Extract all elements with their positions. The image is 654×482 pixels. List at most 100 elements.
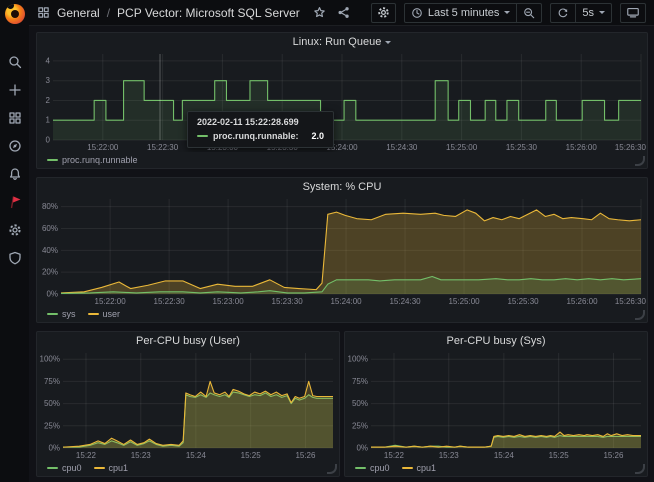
legend-dash [402, 467, 413, 469]
sidebar-item-performance-co-pilot[interactable] [4, 194, 26, 209]
pcp-flag-icon [8, 195, 22, 209]
breadcrumb-separator: / [107, 6, 110, 20]
svg-text:25%: 25% [44, 421, 60, 430]
svg-text:15:25:30: 15:25:30 [507, 297, 539, 306]
svg-text:15:22:00: 15:22:00 [87, 143, 119, 152]
chart-area[interactable]: 0%25%50%75%100%15:2215:2315:2415:2515:26 [345, 350, 647, 460]
svg-text:15:23: 15:23 [131, 451, 152, 460]
svg-text:15:22: 15:22 [384, 451, 405, 460]
svg-text:0%: 0% [48, 444, 60, 453]
legend: proc.runq.runnable [37, 152, 647, 168]
legend-item-proc.runq.runnable[interactable]: proc.runq.runnable [47, 155, 138, 165]
svg-text:15:25:30: 15:25:30 [506, 143, 538, 152]
legend-item-user[interactable]: user [88, 309, 121, 319]
compass-icon [8, 139, 22, 153]
svg-text:4: 4 [46, 56, 51, 65]
cycle-view-mode-button[interactable] [620, 3, 646, 23]
svg-text:1: 1 [46, 116, 51, 125]
legend: cpu0 cpu1 [345, 460, 647, 476]
chart-area[interactable]: 0%25%50%75%100%15:2215:2315:2415:2515:26 [37, 350, 339, 460]
svg-text:0: 0 [46, 136, 51, 145]
chart-svg: 0%25%50%75%100%15:2215:2315:2415:2515:26 [345, 350, 647, 460]
legend-label: cpu1 [417, 463, 437, 473]
sidebar-item-explore[interactable] [4, 138, 26, 153]
legend-label: sys [62, 309, 76, 319]
time-range-label: Last 5 minutes [428, 7, 500, 19]
breadcrumb-section[interactable]: General [57, 6, 100, 20]
panel-percpu-user: Per-CPU busy (User) 0% 25% 50% 75% 100% 15:22… [36, 331, 340, 477]
panel-title[interactable]: Linux: Run Queue [37, 33, 647, 51]
sidebar-item-dashboards[interactable] [4, 110, 26, 125]
svg-text:15:26:00: 15:26:00 [566, 143, 598, 152]
refresh-group: 5s [550, 3, 612, 23]
legend-dash [47, 467, 58, 469]
panel-title[interactable]: Per-CPU busy (User) [37, 332, 339, 350]
gear-icon [8, 223, 22, 237]
legend-item-cpu0[interactable]: cpu0 [355, 463, 390, 473]
svg-text:15:25: 15:25 [549, 451, 570, 460]
legend-item-cpu1[interactable]: cpu1 [94, 463, 129, 473]
search-icon [8, 55, 22, 69]
legend-dash [47, 313, 58, 315]
svg-text:15:26:00: 15:26:00 [566, 297, 598, 306]
chart-area[interactable]: 0%20%40%60%80%15:22:0015:22:3015:23:0015… [37, 196, 647, 306]
time-picker-group: Last 5 minutes [404, 3, 543, 23]
chart-svg: 0123415:22:0015:22:3015:23:0015:23:3015:… [37, 51, 647, 152]
svg-text:2: 2 [46, 96, 51, 105]
svg-text:15:23: 15:23 [439, 451, 460, 460]
tooltip-series-value: 2.0 [312, 131, 325, 141]
grafana-logo[interactable] [5, 4, 25, 24]
svg-text:15:25: 15:25 [241, 451, 262, 460]
time-range-picker[interactable]: Last 5 minutes [405, 4, 517, 22]
svg-text:75%: 75% [44, 377, 60, 386]
zoom-out-button[interactable] [516, 4, 541, 22]
star-icon[interactable] [313, 6, 326, 19]
legend-item-cpu1[interactable]: cpu1 [402, 463, 437, 473]
svg-text:0%: 0% [356, 444, 368, 453]
legend-label: proc.runq.runnable [62, 155, 138, 165]
svg-text:50%: 50% [352, 399, 368, 408]
svg-text:3: 3 [46, 76, 51, 85]
sidebar-item-search[interactable] [4, 54, 26, 69]
dashboard-settings-button[interactable] [371, 3, 396, 23]
share-icon[interactable] [337, 6, 350, 19]
legend-item-cpu0[interactable]: cpu0 [47, 463, 82, 473]
sidebar-item-server-admin[interactable] [4, 250, 26, 265]
refresh-button[interactable] [551, 4, 575, 22]
refresh-interval-picker[interactable]: 5s [575, 4, 611, 22]
panel-linux-run-queue: Linux: Run Queue 0123415:22:0015:22:3015… [36, 32, 648, 169]
zoom-out-icon [523, 7, 535, 19]
chart-area[interactable]: 0123415:22:0015:22:3015:23:0015:23:3015:… [37, 51, 647, 152]
svg-text:15:24:30: 15:24:30 [386, 143, 418, 152]
legend-item-sys[interactable]: sys [47, 309, 76, 319]
chevron-down-icon [599, 11, 605, 14]
svg-text:80%: 80% [42, 202, 58, 211]
svg-text:15:24: 15:24 [186, 451, 207, 460]
sidebar-item-alerting[interactable] [4, 166, 26, 181]
svg-text:15:22:00: 15:22:00 [95, 297, 127, 306]
refresh-interval-label: 5s [582, 7, 594, 19]
svg-text:15:25:00: 15:25:00 [446, 143, 478, 152]
svg-text:25%: 25% [352, 421, 368, 430]
svg-text:15:26:30: 15:26:30 [615, 143, 647, 152]
svg-text:50%: 50% [44, 399, 60, 408]
sidebar-item-configuration[interactable] [4, 222, 26, 237]
panel-menu-chevron-icon[interactable] [385, 41, 391, 44]
monitor-icon [626, 6, 640, 19]
chevron-down-icon [504, 11, 510, 14]
svg-text:15:26: 15:26 [603, 451, 624, 460]
dashboard-title[interactable]: PCP Vector: Microsoft SQL Server [117, 6, 300, 20]
panel-title[interactable]: Per-CPU busy (Sys) [345, 332, 647, 350]
chart-svg: 0%25%50%75%100%15:2215:2315:2415:2515:26 [37, 350, 339, 460]
refresh-icon [557, 7, 569, 19]
svg-text:15:22: 15:22 [76, 451, 97, 460]
sidebar-item-create[interactable] [4, 82, 26, 97]
panel-title[interactable]: System: % CPU [37, 178, 647, 196]
svg-text:100%: 100% [40, 355, 60, 364]
svg-text:15:25:00: 15:25:00 [448, 297, 480, 306]
legend: sys user [37, 306, 647, 322]
panel-percpu-sys: Per-CPU busy (Sys) 0%25%50%75%100%15:221… [344, 331, 648, 477]
svg-text:75%: 75% [352, 377, 368, 386]
legend-dash [47, 159, 58, 161]
legend-label: cpu0 [62, 463, 82, 473]
